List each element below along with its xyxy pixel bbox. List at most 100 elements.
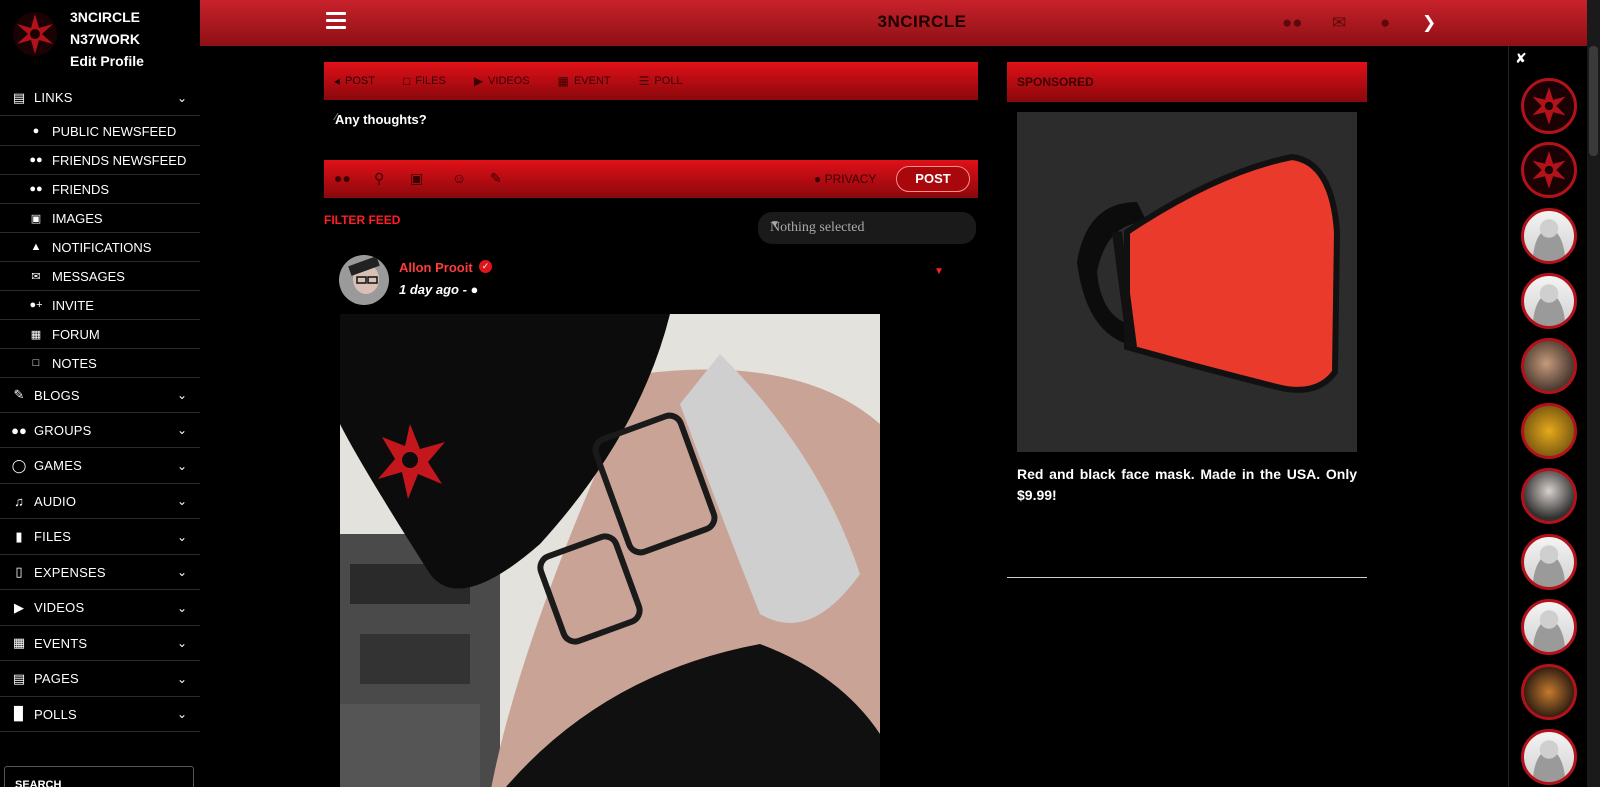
tab-label: POLL	[654, 75, 683, 87]
sidebar-section-polls[interactable]: ▉ POLLS ⌄	[0, 697, 200, 732]
tab-label: EVENT	[573, 75, 611, 87]
post-options-caret-icon[interactable]: ▼	[934, 266, 944, 277]
ad-description[interactable]: Red and black face mask. Made in the USA…	[1017, 464, 1357, 506]
avatar[interactable]	[1521, 338, 1577, 394]
network-logo-icon[interactable]	[11, 10, 59, 58]
video-icon: ▶	[473, 74, 484, 88]
sidebar-item-friends-newsfeed[interactable]: ●● FRIENDS NEWSFEED	[0, 146, 200, 175]
avatar[interactable]	[1521, 208, 1577, 264]
post-photo[interactable]	[340, 314, 880, 787]
sidebar-item-notes[interactable]: □ NOTES	[0, 349, 200, 378]
friends-icon[interactable]: ●●	[1282, 13, 1303, 33]
sidebar-item-friends[interactable]: ●● FRIENDS	[0, 175, 200, 204]
file-icon: ▮	[15, 528, 23, 544]
sidebar-section-events[interactable]: ▦ EVENTS ⌄	[0, 626, 200, 661]
sidebar-item-notifications[interactable]: ▲ NOTIFICATIONS	[0, 233, 200, 262]
sidebar-section-label: POLLS	[34, 706, 77, 722]
sponsored-header: SPONSORED	[1007, 62, 1367, 102]
edit-profile-link[interactable]: Edit Profile	[70, 53, 144, 69]
privacy-label: PRIVACY	[824, 172, 877, 186]
users-icon: ●●	[29, 183, 43, 195]
envelope-icon: ✉	[31, 270, 41, 283]
users-icon: ●●	[29, 154, 43, 166]
sidebar-item-label: FRIENDS	[52, 181, 110, 197]
sidebar-section-games[interactable]: ◯ GAMES ⌄	[0, 448, 200, 484]
divider	[1007, 577, 1367, 578]
page-scrollbar[interactable]	[1587, 0, 1600, 787]
composer-tabs: ◂ POST □ FILES ▶ VIDEOS ▦ EVENT ☰ POLL	[324, 62, 978, 100]
audio-file-icon: ♫	[14, 493, 24, 509]
sidebar-section-pages[interactable]: ▤ PAGES ⌄	[0, 661, 200, 697]
globe-icon: ●	[32, 125, 40, 137]
privacy-selector[interactable]: ● PRIVACY	[814, 172, 876, 186]
avatar[interactable]	[339, 255, 389, 305]
sidebar-section-links[interactable]: ▤ LINKS ⌄	[0, 80, 200, 116]
globe-icon[interactable]: ●	[1380, 13, 1390, 33]
tag-friends-icon[interactable]: ●●	[334, 170, 351, 186]
avatar[interactable]	[1521, 599, 1577, 655]
avatar[interactable]	[1521, 78, 1577, 134]
post-button[interactable]: POST	[896, 166, 970, 192]
messages-envelope-icon[interactable]: ✉	[1332, 13, 1346, 33]
post-author-link[interactable]: Allon Prooit	[399, 260, 473, 275]
resize-grip-icon[interactable]: ∕	[335, 112, 976, 158]
menu-hamburger-icon[interactable]	[326, 12, 346, 33]
tab-post[interactable]: ◂ POST	[334, 74, 375, 88]
sidebar-item-forum[interactable]: ▦ FORUM	[0, 320, 200, 349]
mobile-icon: ▯	[15, 564, 23, 579]
avatar[interactable]	[1521, 729, 1577, 785]
site-title[interactable]: 3NCIRCLE	[800, 12, 1044, 32]
image-icon[interactable]: ▣	[410, 170, 423, 187]
avatar[interactable]	[1521, 664, 1577, 720]
sidebar-item-invite[interactable]: ●+ INVITE	[0, 291, 200, 320]
tab-files[interactable]: □ FILES	[403, 74, 446, 88]
files-icon: □	[402, 74, 411, 88]
post-timestamp[interactable]: 1 day ago - ●	[399, 282, 478, 297]
verified-badge-icon: ✓	[479, 260, 492, 273]
sidebar-section-audio[interactable]: ♫ AUDIO ⌄	[0, 484, 200, 519]
avatar[interactable]	[1521, 403, 1577, 459]
users-icon: ●●	[11, 422, 27, 438]
sidebar-item-public-newsfeed[interactable]: ● PUBLIC NEWSFEED	[0, 117, 200, 146]
sponsored-panel: SPONSORED Red and black face mask. Made …	[1007, 62, 1367, 578]
avatar[interactable]	[1521, 273, 1577, 329]
sidebar-section-label: FILES	[34, 529, 72, 544]
sidebar-section-label: GROUPS	[34, 422, 92, 438]
tab-label: VIDEOS	[488, 75, 530, 87]
sidebar-item-messages[interactable]: ✉ MESSAGES	[0, 262, 200, 291]
sidebar-section-videos[interactable]: ▶ VIDEOS ⌄	[0, 590, 200, 626]
location-pin-icon[interactable]: ⚲	[374, 170, 384, 187]
sidebar-search-box[interactable]: SEARCH	[4, 766, 194, 787]
top-bar: 3NCIRCLE ●● ✉ ● ❯	[200, 0, 1587, 46]
calendar-icon: ▦	[557, 74, 569, 88]
tab-poll[interactable]: ☰ POLL	[639, 74, 683, 88]
sidebar-item-label: PUBLIC NEWSFEED	[52, 123, 177, 139]
chevron-down-icon: ⌄	[176, 494, 188, 508]
note-icon: □	[32, 357, 40, 369]
chevron-down-icon: ⌄	[176, 423, 188, 437]
scrollbar-thumb[interactable]	[1589, 46, 1598, 156]
paint-brush-icon[interactable]: ✎	[490, 170, 502, 187]
brand-name-line2[interactable]: N37WORK	[70, 31, 140, 47]
chevron-down-icon[interactable]: ❯	[1422, 13, 1436, 33]
sidebar-section-blogs[interactable]: ✎ BLOGS ⌄	[0, 378, 200, 413]
tab-event[interactable]: ▦ EVENT	[558, 74, 611, 88]
filter-feed-select[interactable]: Nothing selected ▼	[758, 212, 976, 244]
ad-image[interactable]	[1017, 112, 1357, 452]
tab-label: FILES	[415, 75, 446, 87]
chevron-down-icon: ⌄	[176, 636, 188, 650]
sidebar-section-files[interactable]: ▮ FILES ⌄	[0, 519, 200, 555]
tab-videos[interactable]: ▶ VIDEOS	[474, 74, 530, 88]
bell-slash-icon[interactable]: ✘	[1515, 50, 1527, 67]
avatar[interactable]	[1521, 468, 1577, 524]
avatar[interactable]	[1521, 142, 1577, 198]
sidebar-section-label: LINKS	[34, 90, 73, 105]
sidebar-item-images[interactable]: ▣ IMAGES	[0, 204, 200, 233]
sidebar-section-groups[interactable]: ●● GROUPS ⌄	[0, 413, 200, 448]
sidebar-section-expenses[interactable]: ▯ EXPENSES ⌄	[0, 555, 200, 590]
emoji-icon[interactable]: ☺	[452, 170, 466, 186]
sidebar-section-label: PAGES	[34, 671, 79, 686]
brand-name-line1[interactable]: 3NCIRCLE	[70, 9, 140, 25]
composer-textarea[interactable]: Any thoughts? ∕	[324, 100, 978, 160]
avatar[interactable]	[1521, 534, 1577, 590]
